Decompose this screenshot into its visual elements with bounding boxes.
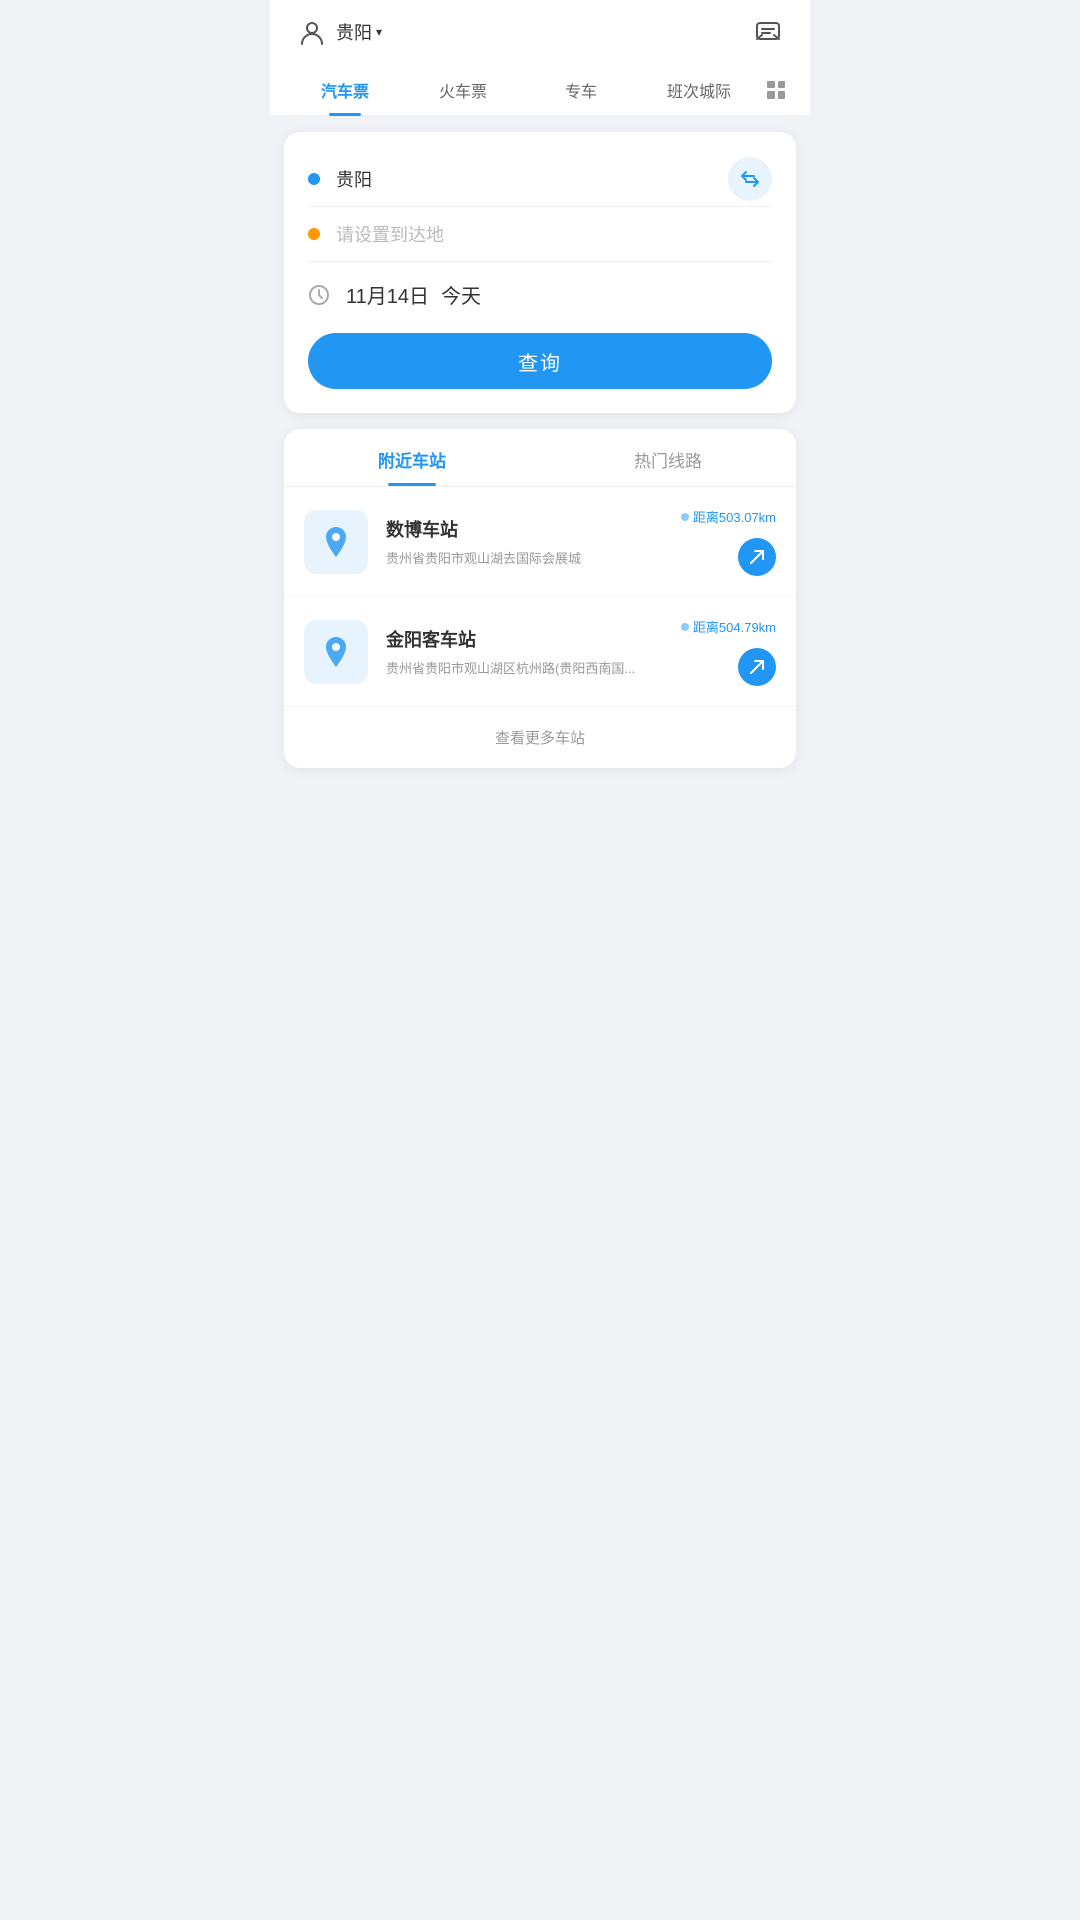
- navigation-arrow-icon: [748, 548, 766, 566]
- user-icon[interactable]: [298, 18, 326, 46]
- grid-icon: [767, 81, 785, 99]
- distance-dot: [681, 513, 689, 521]
- tab-bus-ticket[interactable]: 汽车票: [286, 64, 404, 116]
- station-name: 数博车站: [386, 516, 681, 542]
- station-item[interactable]: 金阳客车站 贵州省贵阳市观山湖区杭州路(贵阳西南国... 距离504.79km: [284, 597, 796, 707]
- nav-tabs: 汽车票 火车票 专车 班次城际: [270, 64, 810, 116]
- tab-private-car[interactable]: 专车: [522, 64, 640, 116]
- from-city: 贵阳: [336, 166, 372, 192]
- tab-popular-routes[interactable]: 热门线路: [540, 429, 796, 486]
- navigate-button[interactable]: [738, 648, 776, 686]
- navigation-arrow-icon: [748, 658, 766, 676]
- tab-train-ticket[interactable]: 火车票: [404, 64, 522, 116]
- header-left: 贵阳 ▾: [298, 18, 382, 46]
- swap-button[interactable]: [728, 157, 772, 201]
- station-address: 贵州省贵阳市观山湖区杭州路(贵阳西南国...: [386, 658, 681, 677]
- search-button[interactable]: 查询: [308, 333, 772, 389]
- date-text: 11月14日: [346, 280, 429, 309]
- station-right: 距离504.79km: [681, 617, 776, 686]
- city-selector[interactable]: 贵阳 ▾: [336, 19, 382, 45]
- from-dot: [308, 173, 320, 185]
- station-right: 距离503.07km: [681, 507, 776, 576]
- tab-intercity[interactable]: 班次城际: [640, 64, 758, 116]
- clock-icon: [308, 284, 330, 306]
- chevron-down-icon: ▾: [376, 25, 382, 39]
- message-icon[interactable]: [754, 18, 782, 46]
- from-row[interactable]: 贵阳: [308, 152, 772, 207]
- swap-icon: [739, 168, 761, 190]
- station-distance: 距离503.07km: [681, 507, 776, 526]
- distance-text: 距离503.07km: [693, 507, 776, 526]
- station-info: 数博车站 贵州省贵阳市观山湖去国际会展城: [386, 516, 681, 567]
- location-pin-icon: [318, 524, 354, 560]
- distance-dot: [681, 623, 689, 631]
- station-card: 附近车站 热门线路 数博车站 贵州省贵阳市观山湖去国际会展城 距离503.07k…: [284, 429, 796, 768]
- to-row[interactable]: 请设置到达地: [308, 207, 772, 262]
- city-name: 贵阳: [336, 19, 372, 45]
- search-card: 贵阳 请设置到达地 11月14日 今天 查询: [284, 132, 796, 413]
- station-info: 金阳客车站 贵州省贵阳市观山湖区杭州路(贵阳西南国...: [386, 626, 681, 677]
- station-icon-wrap: [304, 620, 368, 684]
- station-name: 金阳客车站: [386, 626, 681, 652]
- tab-nearby-stations[interactable]: 附近车站: [284, 429, 540, 486]
- header: 贵阳 ▾: [270, 0, 810, 64]
- date-today: 今天: [441, 280, 481, 309]
- station-address: 贵州省贵阳市观山湖去国际会展城: [386, 548, 681, 567]
- location-pin-icon: [318, 634, 354, 670]
- view-more-button[interactable]: 查看更多车站: [284, 707, 796, 768]
- station-icon-wrap: [304, 510, 368, 574]
- to-dot: [308, 228, 320, 240]
- distance-text: 距离504.79km: [693, 617, 776, 636]
- station-tabs: 附近车站 热门线路: [284, 429, 796, 487]
- to-placeholder: 请设置到达地: [336, 221, 444, 247]
- date-row[interactable]: 11月14日 今天: [308, 262, 772, 313]
- station-distance: 距离504.79km: [681, 617, 776, 636]
- navigate-button[interactable]: [738, 538, 776, 576]
- nav-more-button[interactable]: [758, 81, 794, 99]
- station-item[interactable]: 数博车站 贵州省贵阳市观山湖去国际会展城 距离503.07km: [284, 487, 796, 597]
